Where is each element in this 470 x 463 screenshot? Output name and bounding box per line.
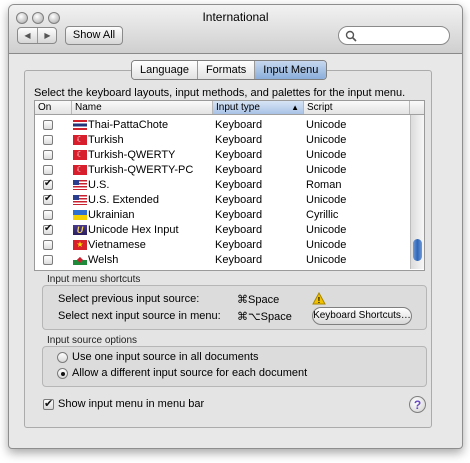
- source-name: U.S. Extended: [88, 194, 159, 206]
- allow-different-source-label: Allow a different input source for each …: [72, 367, 308, 379]
- enable-checkbox[interactable]: [43, 223, 53, 235]
- enable-checkbox[interactable]: [43, 255, 53, 265]
- column-header-script[interactable]: Script: [304, 101, 410, 114]
- keyboard-shortcuts-button[interactable]: Keyboard Shortcuts…: [312, 307, 412, 325]
- source-type: Keyboard: [215, 209, 263, 221]
- source-name: Ukrainian: [88, 209, 135, 221]
- title-bar: International ◀ ▶ Show All: [9, 5, 462, 54]
- svg-text:!: !: [318, 296, 321, 305]
- source-script: Unicode: [306, 254, 347, 266]
- source-script: Roman: [306, 179, 342, 191]
- unicode-icon: U: [73, 225, 87, 235]
- us-flag-icon: [73, 195, 87, 205]
- welsh-flag-icon: ◆: [73, 255, 87, 265]
- allow-different-source-radio[interactable]: [57, 368, 68, 379]
- enable-checkbox[interactable]: [43, 178, 53, 190]
- turkish-flag-icon: ☾: [73, 150, 87, 160]
- use-one-source-label: Use one input source in all documents: [72, 351, 259, 363]
- source-type: Keyboard: [215, 164, 263, 176]
- source-name: Turkish: [88, 134, 124, 146]
- next-source-label: Select next input source in menu:: [58, 310, 221, 322]
- source-type: Keyboard: [215, 239, 263, 251]
- table-scrollbar[interactable]: [410, 115, 424, 269]
- thai-flag-icon: [73, 120, 87, 130]
- ukrainian-flag-icon: [73, 210, 87, 220]
- table-row[interactable]: U.S. Keyboard Roman: [35, 178, 410, 193]
- column-header-on[interactable]: On: [35, 101, 72, 114]
- forward-arrow-icon[interactable]: ▶: [38, 28, 57, 43]
- input-type-header-label: Input type: [216, 102, 260, 113]
- source-name: U.S.: [88, 179, 110, 191]
- search-field[interactable]: [338, 26, 450, 45]
- source-type: Keyboard: [215, 179, 263, 191]
- source-type: Keyboard: [215, 194, 263, 206]
- table-row[interactable]: ☾ Turkish-QWERTY-PC Keyboard Unicode: [35, 163, 410, 178]
- scrollbar-thumb[interactable]: [413, 239, 422, 261]
- tab-bar: Language Formats Input Menu: [131, 60, 328, 80]
- warning-icon: !: [312, 292, 326, 305]
- source-script: Unicode: [306, 239, 347, 251]
- source-type: Keyboard: [215, 224, 263, 236]
- source-name: Turkish-QWERTY: [88, 149, 176, 161]
- source-script: Unicode: [306, 164, 347, 176]
- input-sources-table: On Name Input type ▲ Script Thai-PattaCh…: [34, 100, 425, 271]
- options-group-title: Input source options: [47, 335, 138, 346]
- tab-language[interactable]: Language: [132, 61, 198, 79]
- source-script: Unicode: [306, 119, 347, 131]
- back-forward-buttons: ◀ ▶: [17, 27, 57, 44]
- sort-ascending-icon: ▲: [291, 103, 299, 112]
- enable-checkbox[interactable]: [43, 120, 53, 130]
- enable-checkbox[interactable]: [43, 135, 53, 145]
- source-name: Turkish-QWERTY-PC: [88, 164, 194, 176]
- tab-input-menu[interactable]: Input Menu: [255, 61, 327, 79]
- source-name: Thai-PattaChote: [88, 119, 169, 131]
- table-row[interactable]: Ukrainian Keyboard Cyrillic: [35, 208, 410, 223]
- previous-source-label: Select previous input source:: [58, 293, 200, 305]
- search-icon: [345, 30, 357, 42]
- previous-source-shortcut: ⌘Space: [237, 294, 280, 306]
- show-input-menu-checkbox[interactable]: [43, 397, 54, 410]
- source-script: Cyrillic: [306, 209, 339, 221]
- source-script: Unicode: [306, 149, 347, 161]
- show-all-button[interactable]: Show All: [65, 26, 123, 45]
- vietnam-flag-icon: ★: [73, 240, 87, 250]
- table-header: On Name Input type ▲ Script: [35, 101, 424, 115]
- enable-checkbox[interactable]: [43, 210, 53, 220]
- window-title: International: [202, 10, 269, 24]
- show-input-menu-label: Show input menu in menu bar: [58, 398, 205, 410]
- source-type: Keyboard: [215, 134, 263, 146]
- source-script: Unicode: [306, 224, 347, 236]
- source-name: Unicode Hex Input: [88, 224, 179, 236]
- turkish-flag-icon: ☾: [73, 165, 87, 175]
- table-row[interactable]: U Unicode Hex Input Keyboard Unicode: [35, 223, 410, 238]
- enable-checkbox[interactable]: [43, 150, 53, 160]
- enable-checkbox[interactable]: [43, 193, 53, 205]
- table-row[interactable]: Thai-PattaChote Keyboard Unicode: [35, 118, 410, 133]
- next-source-shortcut: ⌘⌥Space: [237, 311, 292, 323]
- source-script: Unicode: [306, 194, 347, 206]
- source-type: Keyboard: [215, 254, 263, 266]
- table-row[interactable]: ★ Vietnamese Keyboard Unicode: [35, 238, 410, 253]
- table-row[interactable]: ◆ Welsh Keyboard Unicode: [35, 253, 410, 268]
- help-button[interactable]: ?: [409, 396, 426, 413]
- table-row[interactable]: U.S. Extended Keyboard Unicode: [35, 193, 410, 208]
- us-flag-icon: [73, 180, 87, 190]
- turkish-flag-icon: ☾: [73, 135, 87, 145]
- tab-formats[interactable]: Formats: [197, 61, 256, 79]
- table-row[interactable]: ☾ Turkish-QWERTY Keyboard Unicode: [35, 148, 410, 163]
- intro-text: Select the keyboard layouts, input metho…: [34, 87, 406, 99]
- enable-checkbox[interactable]: [43, 165, 53, 175]
- shortcuts-group-title: Input menu shortcuts: [47, 274, 141, 285]
- use-one-source-radio[interactable]: [57, 352, 68, 363]
- back-arrow-icon[interactable]: ◀: [18, 28, 38, 43]
- source-type: Keyboard: [215, 149, 263, 161]
- source-type: Keyboard: [215, 119, 263, 131]
- enable-checkbox[interactable]: [43, 240, 53, 250]
- source-script: Unicode: [306, 134, 347, 146]
- column-header-input-type[interactable]: Input type ▲: [213, 101, 304, 114]
- source-name: Welsh: [88, 254, 119, 266]
- column-header-name[interactable]: Name: [72, 101, 213, 114]
- source-name: Vietnamese: [88, 239, 146, 251]
- table-row[interactable]: ☾ Turkish Keyboard Unicode: [35, 133, 410, 148]
